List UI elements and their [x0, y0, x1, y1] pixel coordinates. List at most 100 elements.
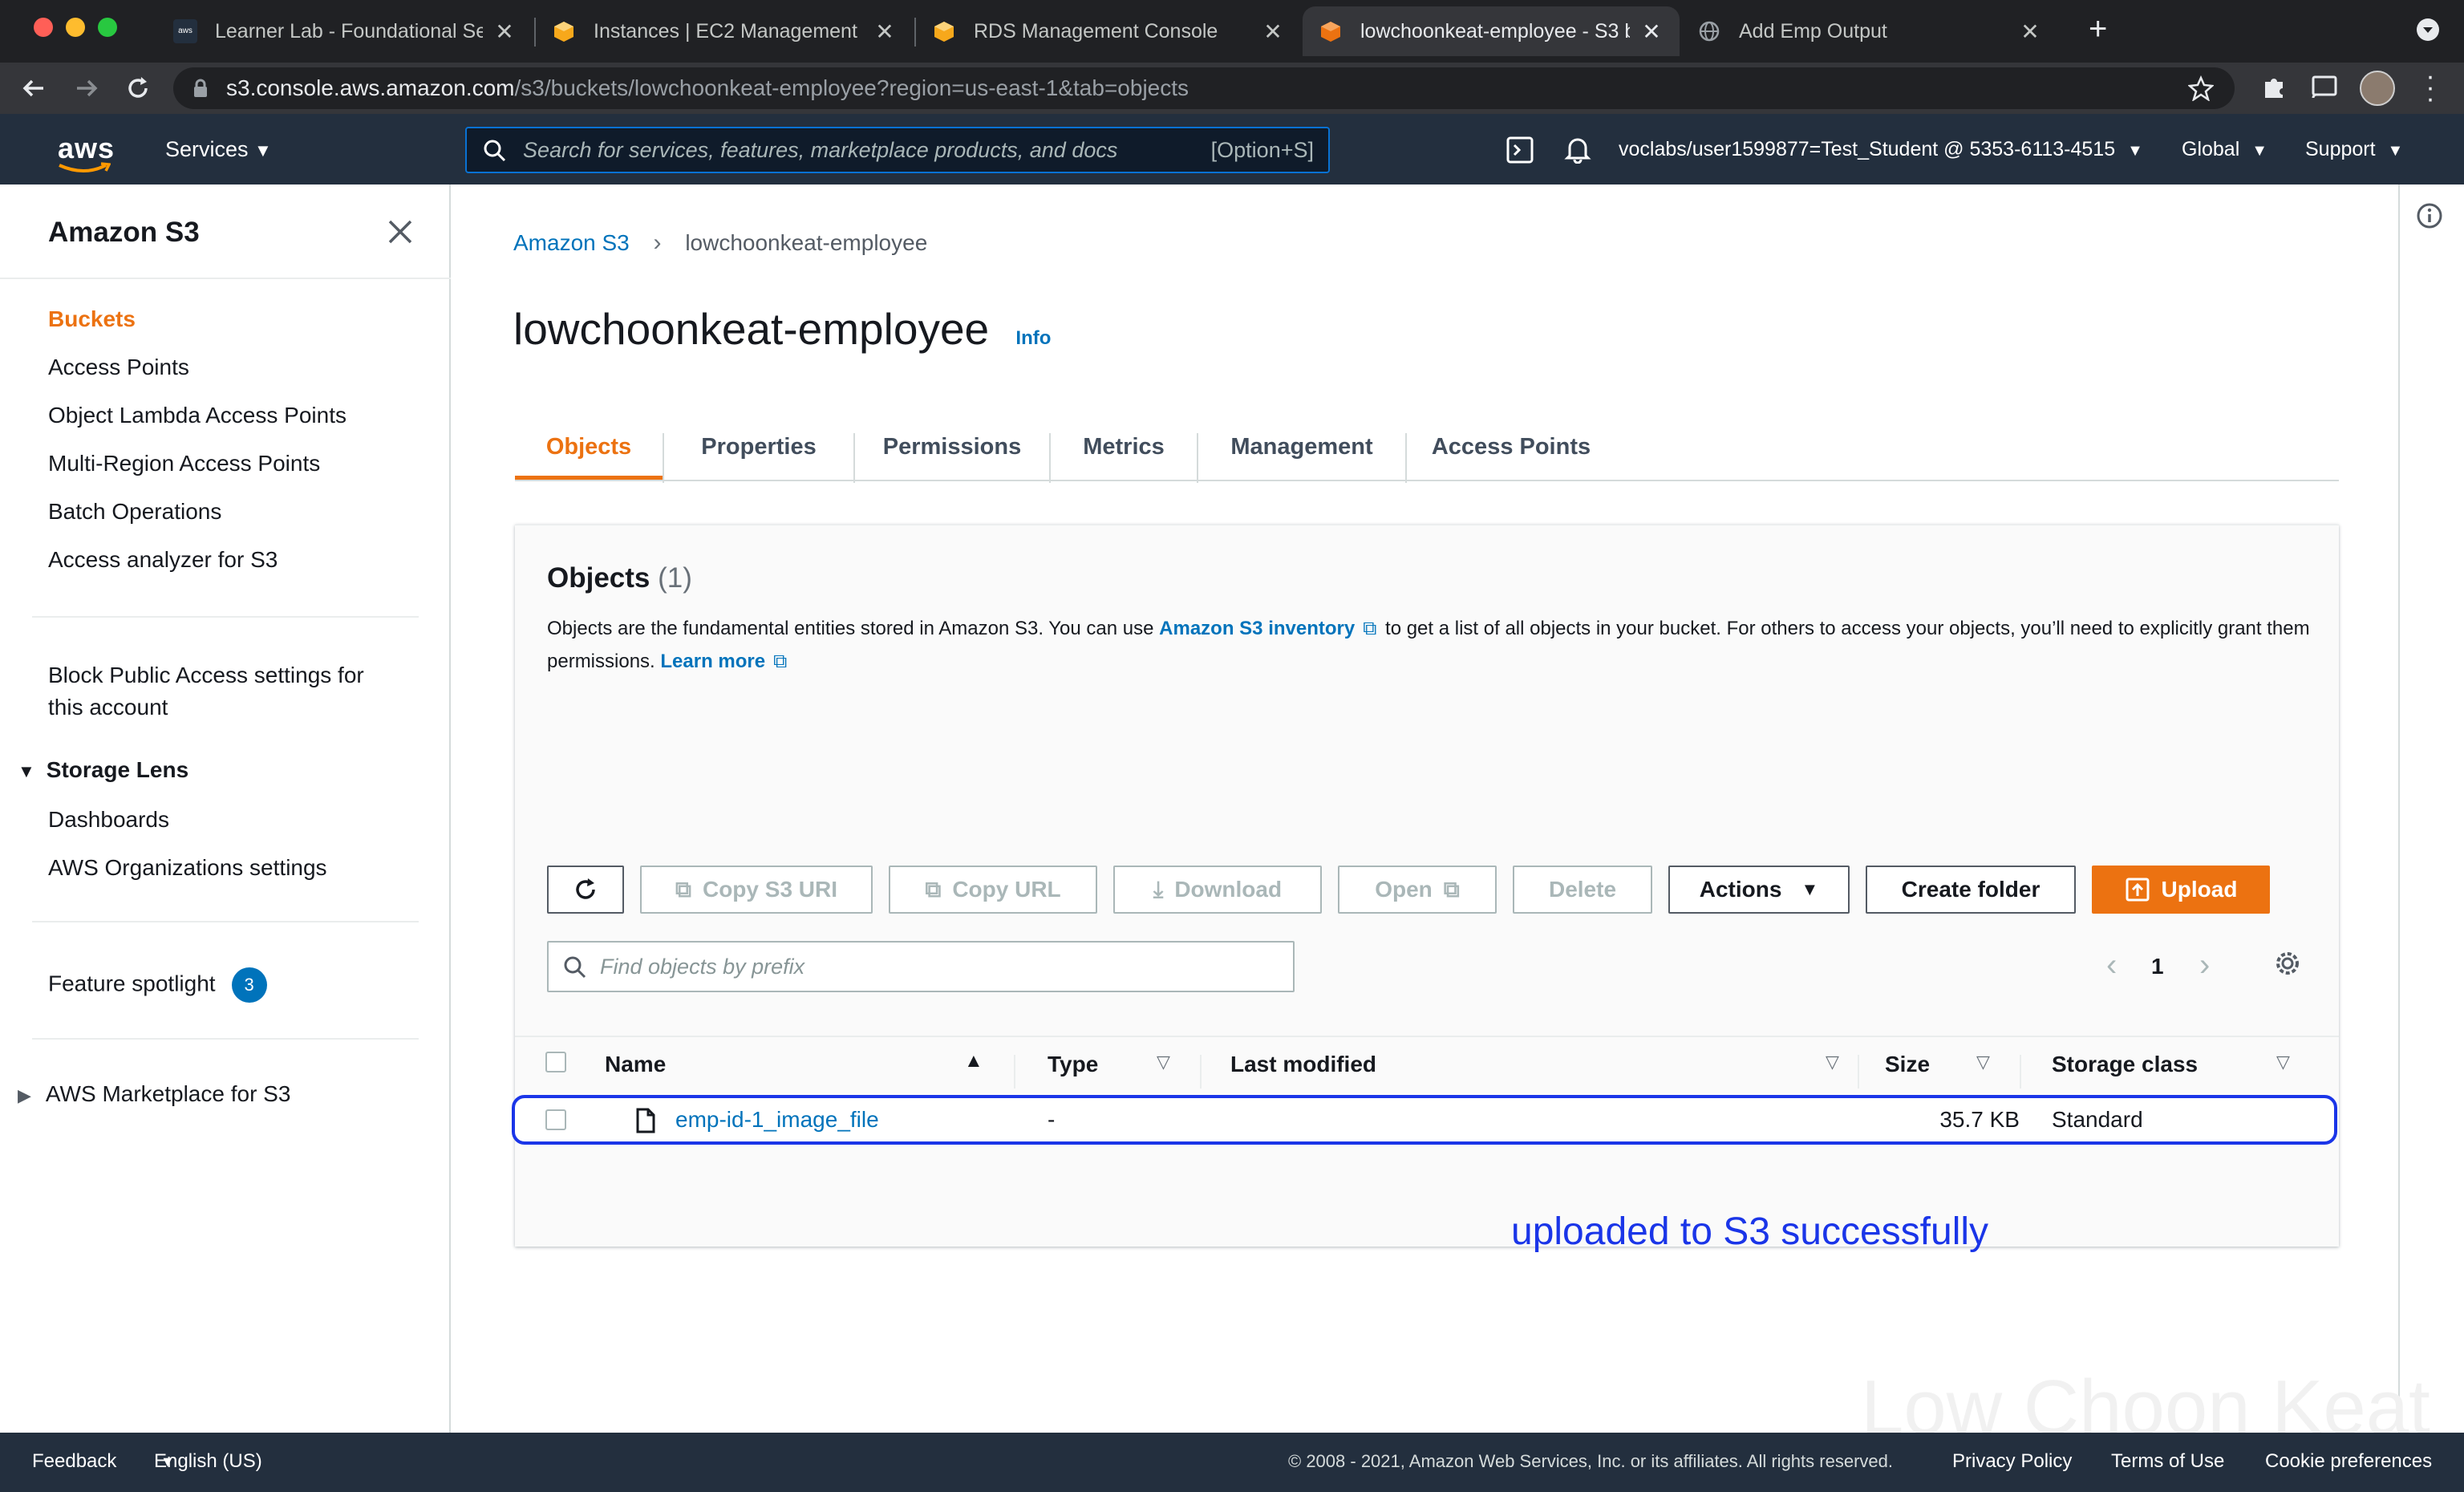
sort-ascending-icon[interactable]: ▲: [964, 1050, 983, 1072]
forward-icon[interactable]: [72, 74, 101, 103]
tab-access-points[interactable]: Access Points: [1407, 417, 1615, 480]
upload-icon: [2126, 878, 2150, 902]
browser-menu-icon[interactable]: · · ·: [2422, 63, 2438, 112]
close-tab-icon[interactable]: ✕: [492, 18, 517, 45]
close-tab-icon[interactable]: ✕: [1261, 18, 1285, 45]
tab-permissions[interactable]: Permissions: [855, 417, 1049, 480]
actions-dropdown[interactable]: Actions ▼: [1668, 866, 1850, 914]
settings-gear-icon[interactable]: [2273, 949, 2302, 978]
tab-objects[interactable]: Objects: [515, 417, 663, 480]
cookie-preferences-link[interactable]: Cookie preferences: [2265, 1433, 2432, 1490]
page-number[interactable]: 1: [2151, 954, 2164, 979]
sort-icon[interactable]: ▽: [1157, 1052, 1170, 1072]
create-folder-button[interactable]: Create folder: [1866, 866, 2076, 914]
row-checkbox[interactable]: [545, 1109, 566, 1130]
sidebar-item-feature-spotlight[interactable]: Feature spotlight 3: [48, 967, 267, 1003]
s3-inventory-link[interactable]: Amazon S3 inventory: [1159, 618, 1355, 639]
sort-icon[interactable]: ▽: [1976, 1052, 1990, 1072]
caret-down-icon: ▼: [18, 761, 35, 781]
column-header-storage-class[interactable]: Storage class: [2052, 1039, 2198, 1090]
page-title: lowchoonkeat-employee Info: [513, 304, 1052, 354]
browser-tab-s3-active[interactable]: lowchoonkeat-employee - S3 b ✕: [1303, 6, 1680, 56]
reload-icon[interactable]: [124, 74, 152, 103]
close-tab-icon[interactable]: ✕: [873, 18, 897, 45]
object-name-link[interactable]: emp-id-1_image_file: [675, 1098, 879, 1141]
browser-tab-add-emp[interactable]: Add Emp Output ✕: [1681, 6, 2058, 56]
select-all-checkbox[interactable]: [545, 1052, 566, 1072]
sidebar-item-dashboards[interactable]: Dashboards: [48, 807, 169, 833]
sort-icon[interactable]: ▽: [1826, 1052, 1839, 1072]
account-menu[interactable]: voclabs/user1599877=Test_Student @ 5353-…: [1619, 114, 2143, 186]
copy-icon: ⧉: [675, 876, 691, 902]
refresh-button[interactable]: [547, 866, 624, 914]
find-objects-input[interactable]: Find objects by prefix: [547, 941, 1295, 992]
sidebar-title: Amazon S3: [48, 217, 200, 248]
extensions-puzzle-icon[interactable]: [2260, 74, 2288, 101]
back-icon[interactable]: [19, 74, 48, 103]
cast-icon[interactable]: [2310, 74, 2339, 101]
url-bar[interactable]: s3.console.aws.amazon.com/s3/buckets/low…: [173, 67, 2235, 109]
bookmark-star-icon[interactable]: [2188, 75, 2214, 101]
learn-more-link[interactable]: Learn more: [660, 651, 765, 672]
sidebar-item-multi-region[interactable]: Multi-Region Access Points: [48, 451, 320, 476]
copy-url-button[interactable]: ⧉ Copy URL: [889, 866, 1097, 914]
services-menu[interactable]: Services ▼: [165, 114, 272, 186]
browser-tab-ec2[interactable]: Instances | EC2 Management C ✕: [536, 6, 913, 56]
close-tab-icon[interactable]: ✕: [1639, 18, 1664, 45]
privacy-policy-link[interactable]: Privacy Policy: [1952, 1433, 2072, 1490]
region-menu[interactable]: Global ▼: [2182, 114, 2267, 186]
download-button[interactable]: ⤓ Download: [1113, 866, 1322, 914]
notifications-bell-icon[interactable]: [1564, 135, 1591, 164]
service-search-input[interactable]: Search for services, features, marketpla…: [465, 127, 1330, 173]
maximize-window-button[interactable]: [98, 18, 117, 37]
cloudshell-icon[interactable]: [1506, 136, 1534, 164]
column-header-size[interactable]: Size: [1885, 1039, 1930, 1090]
column-header-name[interactable]: Name: [605, 1039, 666, 1090]
sidebar-item-block-public-access[interactable]: Block Public Access settings for this acc…: [48, 659, 364, 724]
new-tab-icon[interactable]: +: [2089, 11, 2107, 47]
sidebar-section-storage-lens[interactable]: ▼ Storage Lens: [18, 757, 188, 783]
terms-of-use-link[interactable]: Terms of Use: [2111, 1433, 2224, 1490]
aws-logo[interactable]: aws: [58, 132, 115, 175]
sidebar-item-access-analyzer[interactable]: Access analyzer for S3: [48, 547, 278, 573]
sidebar-item-organizations-settings[interactable]: AWS Organizations settings: [48, 855, 327, 881]
search-icon: [563, 955, 587, 979]
sidebar-item-batch-operations[interactable]: Batch Operations: [48, 499, 221, 525]
objects-description: Objects are the fundamental entities sto…: [547, 618, 2310, 672]
breadcrumb-amazon-s3[interactable]: Amazon S3: [513, 230, 630, 255]
sidebar-item-object-lambda[interactable]: Object Lambda Access Points: [48, 403, 346, 428]
info-circle-icon[interactable]: [2416, 202, 2443, 229]
close-sidebar-icon[interactable]: [387, 218, 414, 245]
close-tab-icon[interactable]: ✕: [2018, 18, 2042, 45]
upload-button[interactable]: Upload: [2092, 866, 2270, 914]
sidebar-item-buckets[interactable]: Buckets: [48, 306, 136, 332]
browser-tab-rds[interactable]: RDS Management Console ✕: [916, 6, 1301, 56]
object-type: -: [1048, 1107, 1056, 1132]
info-link[interactable]: Info: [1015, 327, 1051, 349]
object-size: 35.7 KB: [1939, 1107, 2020, 1132]
copy-s3-uri-button[interactable]: ⧉ Copy S3 URI: [640, 866, 873, 914]
previous-page-icon[interactable]: ‹: [2106, 947, 2117, 983]
delete-button[interactable]: Delete: [1513, 866, 1652, 914]
tab-properties[interactable]: Properties: [664, 417, 853, 480]
profile-avatar[interactable]: [2360, 71, 2395, 106]
sort-icon[interactable]: ▽: [2276, 1052, 2290, 1072]
browser-tab-learner-lab[interactable]: aws Learner Lab - Foundational Ser ✕: [157, 6, 533, 56]
column-header-last-modified[interactable]: Last modified: [1230, 1039, 1376, 1090]
sidebar-item-access-points[interactable]: Access Points: [48, 355, 189, 380]
feedback-link[interactable]: Feedback: [32, 1433, 116, 1490]
tab-search-icon[interactable]: [2416, 18, 2440, 42]
objects-heading: Objects (1): [547, 562, 692, 594]
table-row[interactable]: emp-id-1_image_file - 35.7 KB Standard: [512, 1095, 2337, 1145]
support-menu[interactable]: Support ▼: [2305, 114, 2403, 186]
close-window-button[interactable]: [34, 18, 53, 37]
minimize-window-button[interactable]: [66, 18, 85, 37]
tab-management[interactable]: Management: [1198, 417, 1405, 480]
next-page-icon[interactable]: ›: [2199, 947, 2210, 983]
column-header-type[interactable]: Type: [1048, 1039, 1098, 1090]
tab-metrics[interactable]: Metrics: [1051, 417, 1197, 480]
open-button[interactable]: Open ⧉: [1338, 866, 1497, 914]
external-link-icon: ⧉: [1443, 876, 1460, 902]
globe-icon: [1697, 19, 1721, 43]
sidebar-item-marketplace[interactable]: ▶ AWS Marketplace for S3: [18, 1081, 290, 1107]
